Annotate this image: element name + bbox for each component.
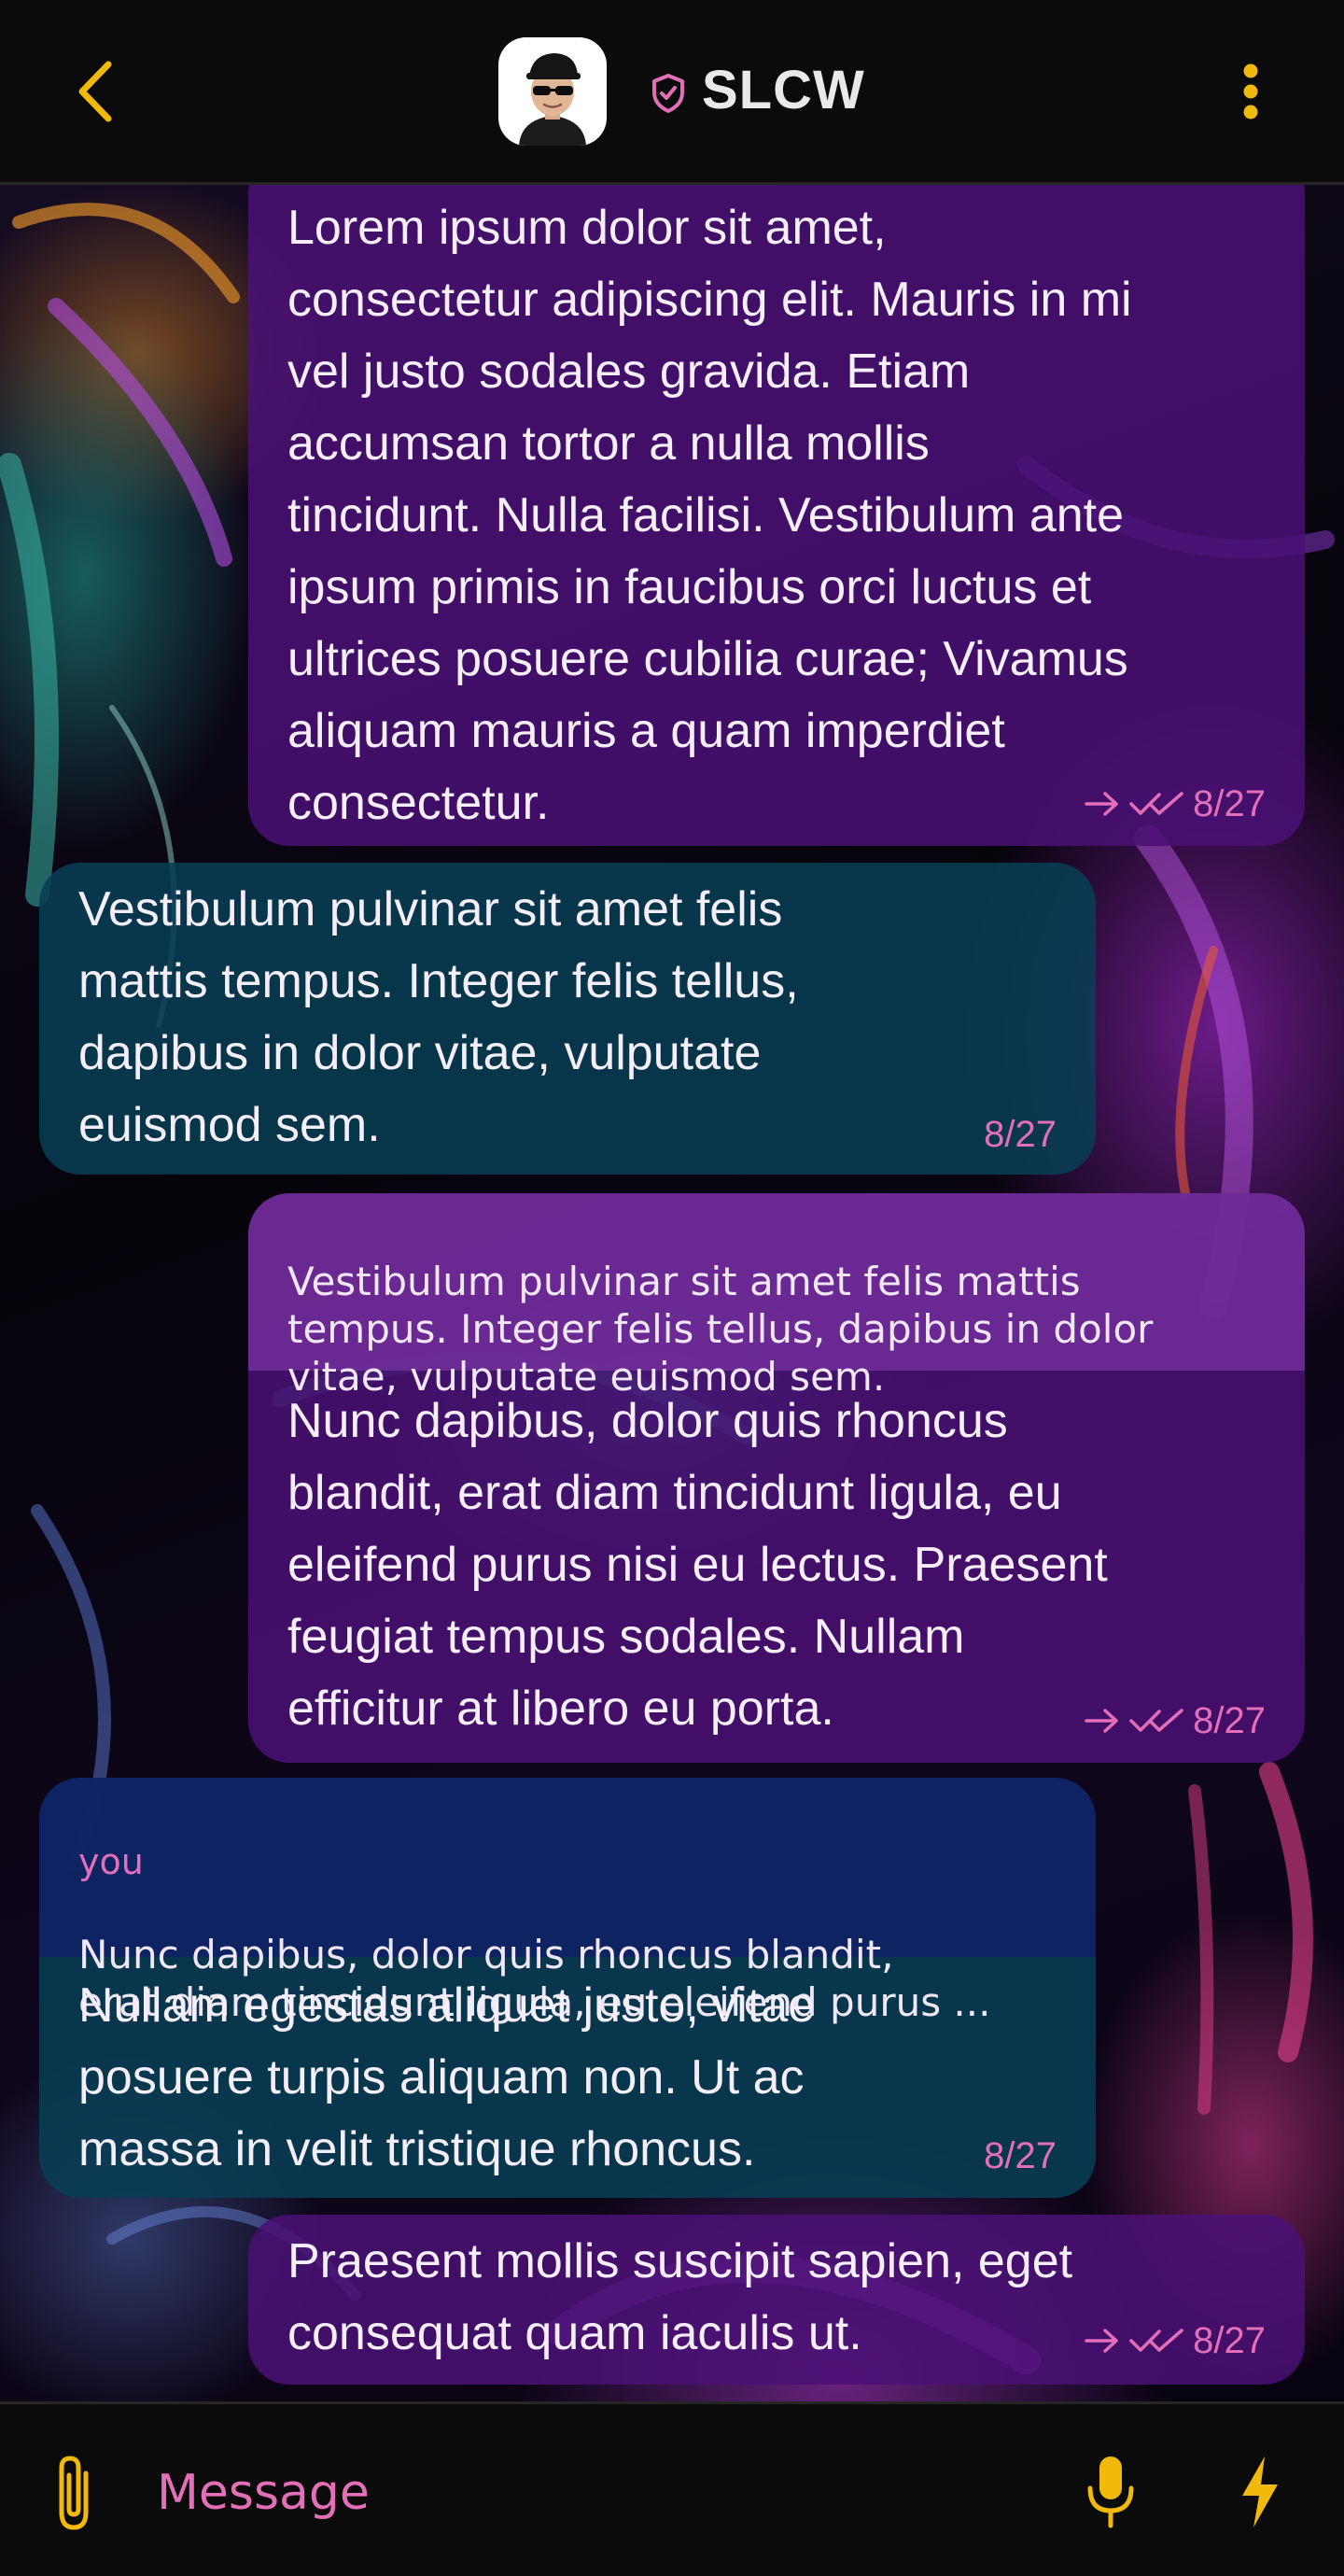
forward-arrow-icon xyxy=(1085,1709,1118,1733)
message-bubble-incoming[interactable]: Vestibulum pulvinar sit amet felis matti… xyxy=(39,863,1096,1175)
kebab-menu-icon xyxy=(1243,63,1258,120)
quoted-message[interactable]: you Nunc dapibus, dolor quis rhoncus bla… xyxy=(39,1778,1096,2025)
quoted-text: Vestibulum pulvinar sit amet felis matti… xyxy=(287,1259,1154,1400)
quoted-author: you xyxy=(78,1841,144,1882)
message-meta: 8/27 xyxy=(984,2133,1057,2179)
avatar-image xyxy=(498,37,607,146)
message-bubble-outgoing[interactable]: Vestibulum pulvinar sit amet felis matti… xyxy=(248,1193,1305,1763)
message-text: Lorem ipsum dolor sit amet, consectetur … xyxy=(287,201,1132,830)
message-text: Nullam egestas aliquet justo, vitae posu… xyxy=(78,1978,816,2176)
message-meta: 8/27 xyxy=(1085,781,1266,827)
message-meta: 8/27 xyxy=(1085,1697,1266,1744)
message-text: Nunc dapibus, dolor quis rhoncus blandit… xyxy=(287,1394,1108,1736)
menu-button[interactable] xyxy=(1223,54,1279,129)
double-check-icon xyxy=(1129,792,1183,815)
double-check-icon xyxy=(1129,1709,1183,1732)
message-meta: 8/27 xyxy=(984,1111,1057,1158)
chat-header: SLCW xyxy=(0,0,1344,185)
quoted-message[interactable]: Vestibulum pulvinar sit amet felis matti… xyxy=(248,1193,1305,1400)
message-date: 8/27 xyxy=(1193,1699,1266,1741)
back-button[interactable] xyxy=(58,54,133,129)
message-composer xyxy=(0,2401,1344,2576)
paperclip-icon xyxy=(59,2456,89,2530)
verified-badge xyxy=(650,73,687,114)
lightning-bolt-icon xyxy=(1242,2456,1278,2527)
message-date: 8/27 xyxy=(1193,782,1266,824)
message-bubble-incoming[interactable]: you Nunc dapibus, dolor quis rhoncus bla… xyxy=(39,1778,1096,2198)
message-bubble-outgoing[interactable]: Lorem ipsum dolor sit amet, consectetur … xyxy=(248,185,1305,846)
microphone-button[interactable] xyxy=(1073,2445,1148,2539)
chat-area[interactable]: Lorem ipsum dolor sit amet, consectetur … xyxy=(0,185,1344,2401)
message-date: 8/27 xyxy=(1193,2319,1266,2361)
message-input[interactable] xyxy=(157,2451,997,2535)
message-date: 8/27 xyxy=(984,1113,1057,1155)
avatar[interactable] xyxy=(498,37,607,146)
microphone-icon xyxy=(1087,2456,1134,2528)
shield-check-icon xyxy=(652,74,684,113)
forward-arrow-icon xyxy=(1085,792,1118,816)
double-check-icon xyxy=(1129,2329,1183,2352)
message-bubble-outgoing[interactable]: Praesent mollis suscipit sapien, eget co… xyxy=(248,2215,1305,2385)
quick-action-button[interactable] xyxy=(1223,2445,1297,2539)
message-meta: 8/27 xyxy=(1085,2317,1266,2364)
chevron-left-icon xyxy=(78,61,112,122)
message-text: Vestibulum pulvinar sit amet felis matti… xyxy=(78,882,799,1152)
chat-title[interactable]: SLCW xyxy=(702,58,865,123)
forward-arrow-icon xyxy=(1085,2329,1118,2353)
attach-button[interactable] xyxy=(41,2451,106,2535)
message-date: 8/27 xyxy=(984,2134,1057,2176)
